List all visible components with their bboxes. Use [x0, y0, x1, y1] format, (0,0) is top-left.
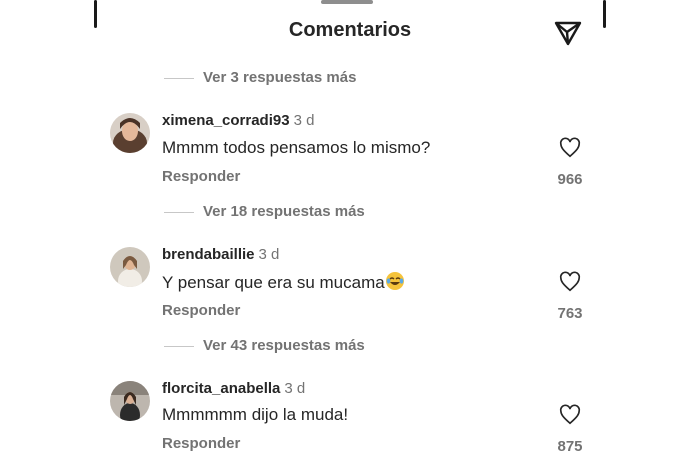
comment-username[interactable]: florcita_anabella 3 d [162, 380, 305, 397]
like-count: 875 [557, 438, 583, 455]
like-count: 763 [557, 305, 583, 322]
comment-text: Y pensar que era su mucama [162, 272, 404, 293]
heart-icon[interactable] [559, 404, 581, 426]
send-icon[interactable] [553, 18, 583, 48]
page-title: Comentarios [288, 19, 412, 41]
avatar[interactable] [110, 247, 150, 287]
comment-text: Mmmmmm dijo la muda! [162, 405, 349, 424]
like-count: 966 [557, 171, 583, 188]
reply-button[interactable]: Responder [162, 168, 240, 185]
replies-divider [164, 78, 194, 79]
reply-button[interactable]: Responder [162, 435, 240, 452]
comment-text: Mmmm todos pensamos lo mismo? [162, 138, 431, 157]
comment-time: 3 d [293, 112, 315, 129]
reply-button[interactable]: Responder [162, 302, 240, 319]
replies-divider [164, 212, 194, 213]
heart-icon[interactable] [559, 137, 581, 159]
avatar[interactable] [110, 381, 150, 421]
comment-time: 3 d [258, 246, 280, 263]
replies-divider [164, 346, 194, 347]
phone-frame: Comentarios Ver 3 respuestas más ximena_… [0, 0, 700, 467]
comment-username[interactable]: brendabaillie 3 d [162, 246, 279, 263]
comment-username[interactable]: ximena_corradi93 3 d [162, 112, 314, 129]
sheet-drag-handle[interactable] [321, 0, 373, 4]
laughing-tears-emoji [385, 272, 404, 290]
comment-time: 3 d [284, 380, 306, 397]
heart-icon[interactable] [559, 271, 581, 293]
avatar[interactable] [110, 113, 150, 153]
